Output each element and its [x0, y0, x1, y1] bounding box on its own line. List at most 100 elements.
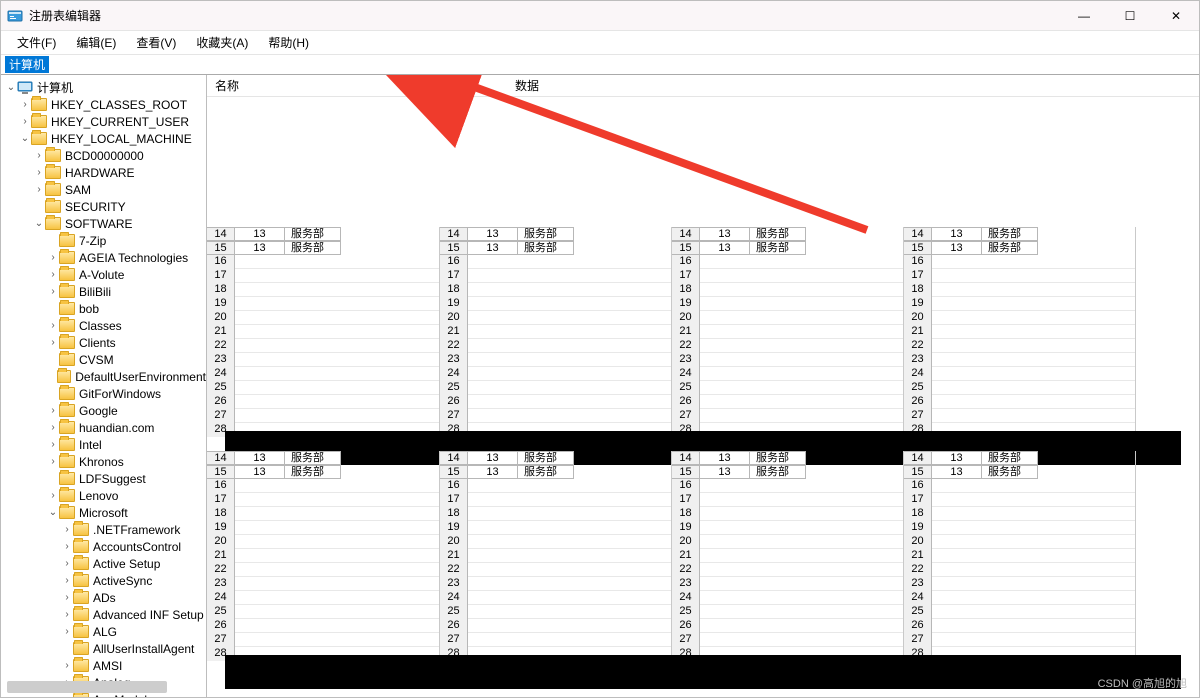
- row-number: 18: [207, 283, 235, 297]
- tree-microsoft[interactable]: ⌄Microsoft: [1, 504, 206, 521]
- sheet-cell-num: 13: [468, 241, 518, 255]
- row-number: 25: [207, 381, 235, 395]
- tree-activesync[interactable]: ›ActiveSync: [1, 572, 206, 589]
- menu-file[interactable]: 文件(F): [7, 31, 66, 54]
- tree-due[interactable]: ›DefaultUserEnvironment: [1, 368, 206, 385]
- row-number: 15: [440, 465, 468, 479]
- row-number: 16: [672, 255, 700, 269]
- tree-7zip[interactable]: ›7-Zip: [1, 232, 206, 249]
- minimize-button[interactable]: —: [1061, 1, 1107, 30]
- sheet-cell-num: 13: [235, 241, 285, 255]
- row-number: 17: [207, 493, 235, 507]
- row-number: 16: [207, 479, 235, 493]
- row-number: 22: [672, 563, 700, 577]
- close-button[interactable]: ✕: [1153, 1, 1199, 30]
- tree-intel[interactable]: ›Intel: [1, 436, 206, 453]
- sheet-cell-text: 服务部: [982, 241, 1038, 255]
- tree-khronos[interactable]: ›Khronos: [1, 453, 206, 470]
- folder-icon: [31, 98, 47, 111]
- tree-clients[interactable]: ›Clients: [1, 334, 206, 351]
- tree-ldf[interactable]: ›LDFSuggest: [1, 470, 206, 487]
- tree-hardware[interactable]: ›HARDWARE: [1, 164, 206, 181]
- tree-sam[interactable]: ›SAM: [1, 181, 206, 198]
- sheet-cell-text: 服务部: [285, 227, 341, 241]
- row-number: 20: [440, 535, 468, 549]
- folder-icon: [59, 387, 75, 400]
- row-number: 14: [440, 451, 468, 465]
- sheet-cell-num: 13: [235, 465, 285, 479]
- row-number: 21: [440, 549, 468, 563]
- tree-root[interactable]: ⌄计算机: [1, 79, 206, 96]
- row-number: 26: [904, 619, 932, 633]
- menu-help[interactable]: 帮助(H): [258, 31, 319, 54]
- address-bar[interactable]: 计算机: [1, 55, 1199, 75]
- row-number: 20: [207, 311, 235, 325]
- tree-horizontal-scrollbar[interactable]: [7, 681, 167, 693]
- menu-favorites[interactable]: 收藏夹(A): [186, 31, 258, 54]
- tree-activesetup[interactable]: ›Active Setup: [1, 555, 206, 572]
- column-headers[interactable]: 名称 数据: [207, 75, 1199, 97]
- row-number: 18: [672, 507, 700, 521]
- tree-hklm[interactable]: ⌄HKEY_LOCAL_MACHINE: [1, 130, 206, 147]
- folder-icon: [73, 574, 89, 587]
- sheet-cell-num: 13: [700, 241, 750, 255]
- row-number: 22: [207, 563, 235, 577]
- row-number: 24: [672, 591, 700, 605]
- tree-ads[interactable]: ›ADs: [1, 589, 206, 606]
- row-number: 15: [440, 241, 468, 255]
- tree-advinf[interactable]: ›Advanced INF Setup: [1, 606, 206, 623]
- menu-view[interactable]: 查看(V): [126, 31, 186, 54]
- tree-huandian[interactable]: ›huandian.com: [1, 419, 206, 436]
- row-number: 27: [904, 409, 932, 423]
- col-data[interactable]: 数据: [507, 77, 617, 94]
- maximize-button[interactable]: ☐: [1107, 1, 1153, 30]
- row-number: 26: [207, 619, 235, 633]
- sheet-block-edge: [1135, 451, 1175, 661]
- tree-security[interactable]: ›SECURITY: [1, 198, 206, 215]
- folder-icon: [57, 370, 71, 383]
- tree-hkcu[interactable]: ›HKEY_CURRENT_USER: [1, 113, 206, 130]
- sheet-block: 1413服务部1513服务部16171819202122232425262728: [671, 451, 903, 661]
- tree-bcd[interactable]: ›BCD00000000: [1, 147, 206, 164]
- tree-software[interactable]: ⌄SOFTWARE: [1, 215, 206, 232]
- value-pane: 名称 数据 1413服务部1513服务部16171819202122232425…: [207, 75, 1199, 697]
- tree-cvsm[interactable]: ›CVSM: [1, 351, 206, 368]
- tree-pane[interactable]: ⌄计算机 ›HKEY_CLASSES_ROOT ›HKEY_CURRENT_US…: [1, 75, 207, 697]
- sheet-block-edge: [1135, 227, 1175, 437]
- row-number: 25: [672, 605, 700, 619]
- sheet-block: 1413服务部1513服务部16171819202122232425262728: [207, 451, 439, 661]
- row-number: 19: [207, 521, 235, 535]
- sheet-cell-num: 13: [700, 465, 750, 479]
- row-number: 25: [904, 381, 932, 395]
- tree-acctctrl[interactable]: ›AccountsControl: [1, 538, 206, 555]
- row-number: 26: [672, 619, 700, 633]
- sheet-overlay-top: 1413服务部1513服务部16171819202122232425262728…: [207, 227, 1199, 437]
- row-number: 14: [672, 451, 700, 465]
- folder-icon: [45, 200, 61, 213]
- row-number: 21: [904, 549, 932, 563]
- value-content: 1413服务部1513服务部16171819202122232425262728…: [207, 97, 1199, 697]
- tree-avolute[interactable]: ›A-Volute: [1, 266, 206, 283]
- tree-gfw[interactable]: ›GitForWindows: [1, 385, 206, 402]
- tree-lenovo[interactable]: ›Lenovo: [1, 487, 206, 504]
- row-number: 24: [207, 591, 235, 605]
- maximize-icon: ☐: [1125, 9, 1136, 23]
- tree-netfx[interactable]: ›.NETFramework: [1, 521, 206, 538]
- row-number: 14: [207, 227, 235, 241]
- tree-bilibili[interactable]: ›BiliBili: [1, 283, 206, 300]
- folder-icon: [59, 438, 75, 451]
- folder-icon: [73, 642, 89, 655]
- tree-bob[interactable]: ›bob: [1, 300, 206, 317]
- tree-hkcr[interactable]: ›HKEY_CLASSES_ROOT: [1, 96, 206, 113]
- sheet-block: 1413服务部1513服务部16171819202122232425262728: [439, 227, 671, 437]
- tree-classes[interactable]: ›Classes: [1, 317, 206, 334]
- tree-amsi[interactable]: ›AMSI: [1, 657, 206, 674]
- col-name[interactable]: 名称: [207, 77, 507, 94]
- tree-alluser[interactable]: ›AllUserInstallAgent: [1, 640, 206, 657]
- tree-google[interactable]: ›Google: [1, 402, 206, 419]
- menu-edit[interactable]: 编辑(E): [66, 31, 126, 54]
- sheet-cell-num: 13: [700, 227, 750, 241]
- row-number: 17: [440, 493, 468, 507]
- tree-alg[interactable]: ›ALG: [1, 623, 206, 640]
- tree-ageia[interactable]: ›AGEIA Technologies: [1, 249, 206, 266]
